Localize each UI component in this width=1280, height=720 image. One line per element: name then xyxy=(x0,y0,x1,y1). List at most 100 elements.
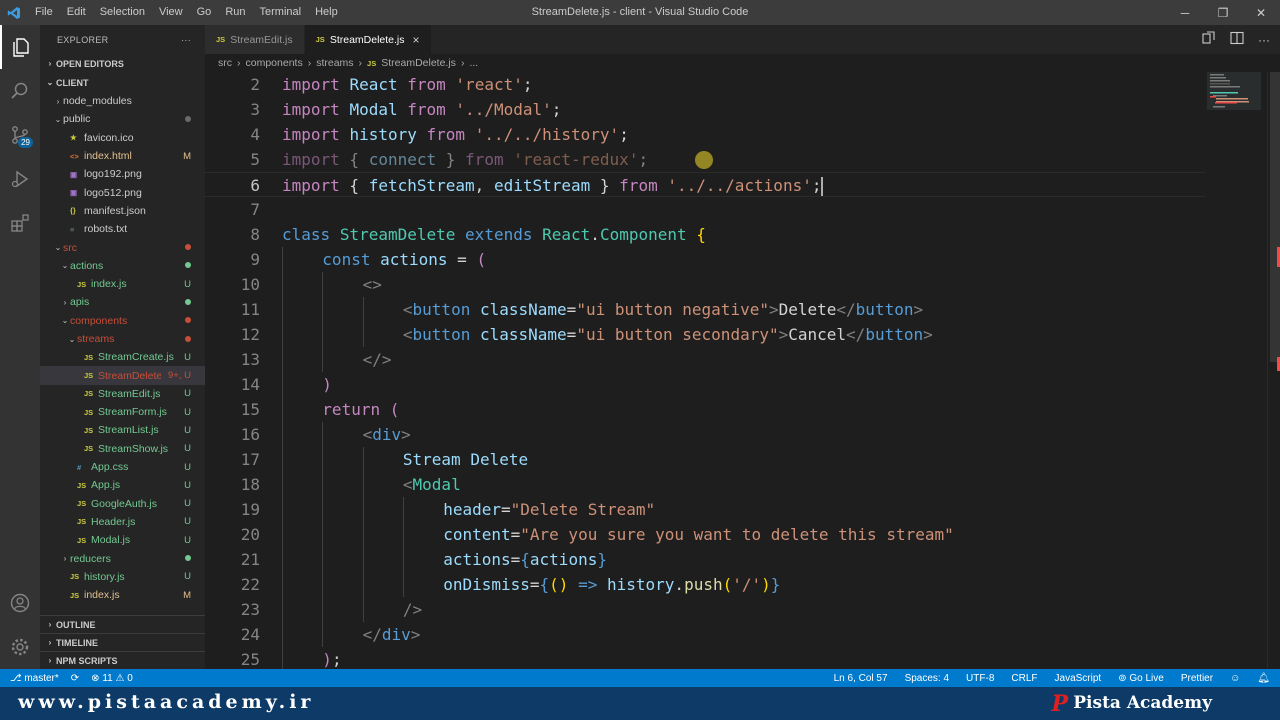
menu-item-go[interactable]: Go xyxy=(190,0,219,25)
vertical-scrollbar[interactable] xyxy=(1267,72,1280,669)
tree-file[interactable]: JS index.js M xyxy=(40,586,205,604)
section-npm-scripts[interactable]: › NPM SCRIPTS xyxy=(40,651,205,669)
code-line[interactable]: 19 header="Delete Stream" xyxy=(205,497,1205,522)
compare-changes-icon[interactable] xyxy=(1202,31,1216,48)
code-line[interactable]: 8 class StreamDelete extends React.Compon… xyxy=(205,222,1205,247)
section-timeline[interactable]: › TIMELINE xyxy=(40,633,205,651)
menu-item-file[interactable]: File xyxy=(28,0,60,25)
problems-indicator[interactable]: ⊗ 11 ⚠ 0 xyxy=(91,673,133,684)
go-live-button[interactable]: ⊚ Go Live xyxy=(1118,673,1164,684)
code-line[interactable]: 3 import Modal from '../Modal'; xyxy=(205,97,1205,122)
code-line[interactable]: 23 /> xyxy=(205,597,1205,622)
branch-indicator[interactable]: ⎇ master* xyxy=(10,673,59,684)
encoding[interactable]: UTF-8 xyxy=(966,673,994,684)
code-line[interactable]: 22 onDismiss={() => history.push('/')} xyxy=(205,572,1205,597)
end-of-line[interactable]: CRLF xyxy=(1011,673,1037,684)
code-line[interactable]: 2 import React from 'react'; xyxy=(205,72,1205,97)
tree-file[interactable]: JS StreamForm.js U xyxy=(40,403,205,421)
editor-tab[interactable]: JS StreamEdit.js xyxy=(205,25,305,54)
more-editor-actions-icon[interactable]: ··· xyxy=(1258,33,1270,47)
cursor-position[interactable]: Ln 6, Col 57 xyxy=(834,673,888,684)
breadcrumb-item[interactable]: src xyxy=(218,57,232,69)
menu-item-run[interactable]: Run xyxy=(218,0,252,25)
tree-file[interactable]: JS history.js U xyxy=(40,568,205,586)
more-actions-icon[interactable]: ··· xyxy=(181,35,191,45)
tree-file[interactable]: JS Modal.js U xyxy=(40,531,205,549)
tree-folder[interactable]: ⌄ public xyxy=(40,110,205,128)
tree-file[interactable]: JS App.js U xyxy=(40,476,205,494)
tree-folder[interactable]: ⌄ src xyxy=(40,238,205,256)
editor-tab[interactable]: JS StreamDelete.js × xyxy=(304,25,432,54)
minimize-button[interactable]: ─ xyxy=(1166,0,1204,25)
run-debug-icon[interactable] xyxy=(0,157,40,201)
tree-file[interactable]: ▣ logo512.png xyxy=(40,183,205,201)
language-mode[interactable]: JavaScript xyxy=(1055,673,1102,684)
code-line[interactable]: 16 <div> xyxy=(205,422,1205,447)
notifications-icon[interactable]: 🔔︎ xyxy=(1257,673,1270,684)
split-editor-icon[interactable] xyxy=(1230,31,1244,48)
tree-file[interactable]: # App.css U xyxy=(40,458,205,476)
code-line[interactable]: 6 import { fetchStream, editStream } from… xyxy=(205,172,1205,197)
source-control-icon[interactable]: 29 xyxy=(0,113,40,157)
tree-folder[interactable]: › node_modules xyxy=(40,92,205,110)
menu-item-terminal[interactable]: Terminal xyxy=(253,0,309,25)
code-line[interactable]: 12 <button className="ui button secondary… xyxy=(205,322,1205,347)
menu-item-edit[interactable]: Edit xyxy=(60,0,93,25)
tree-folder[interactable]: ⌄ actions xyxy=(40,257,205,275)
tree-file[interactable]: JS GoogleAuth.js U xyxy=(40,495,205,513)
tree-folder[interactable]: ⌄ streams xyxy=(40,330,205,348)
tree-file[interactable]: ▣ logo192.png xyxy=(40,165,205,183)
accounts-icon[interactable] xyxy=(0,581,40,625)
code-line[interactable]: 25); xyxy=(205,647,1205,669)
close-window-button[interactable]: ✕ xyxy=(1242,0,1280,25)
tree-file[interactable]: <> index.html M xyxy=(40,147,205,165)
tree-file[interactable]: JS Header.js U xyxy=(40,513,205,531)
tree-file[interactable]: ≡ robots.txt xyxy=(40,220,205,238)
tree-file[interactable]: JS StreamDelete.js 9+, U xyxy=(40,366,205,385)
close-tab-icon[interactable]: × xyxy=(413,33,420,47)
minimap[interactable] xyxy=(1205,72,1267,669)
explorer-icon[interactable] xyxy=(0,25,40,69)
sync-icon[interactable]: ⟳ xyxy=(71,673,79,684)
code-line[interactable]: 11 <button className="ui button negative"… xyxy=(205,297,1205,322)
tree-file[interactable]: JS StreamList.js U xyxy=(40,421,205,439)
code-line[interactable]: 20 content="Are you sure you want to dele… xyxy=(205,522,1205,547)
tree-file[interactable]: JS index.js U xyxy=(40,275,205,293)
prettier-status[interactable]: Prettier xyxy=(1181,673,1213,684)
code-line[interactable]: 13 </> xyxy=(205,347,1205,372)
breadcrumb-item[interactable]: streams xyxy=(316,57,353,69)
code-line[interactable]: 7 xyxy=(205,197,1205,222)
code-line[interactable]: 17 Stream Delete xyxy=(205,447,1205,472)
feedback-icon[interactable]: ☺ xyxy=(1230,673,1240,684)
tree-folder[interactable]: ⌄ components xyxy=(40,312,205,330)
code-line[interactable]: 21 actions={actions} xyxy=(205,547,1205,572)
maximize-button[interactable]: ❐ xyxy=(1204,0,1242,25)
code-line[interactable]: 24 </div> xyxy=(205,622,1205,647)
tree-folder[interactable]: › apis xyxy=(40,293,205,311)
breadcrumb-item[interactable]: components xyxy=(246,57,303,69)
code-line[interactable]: 18 <Modal xyxy=(205,472,1205,497)
tree-folder[interactable]: › reducers xyxy=(40,549,205,567)
indentation[interactable]: Spaces: 4 xyxy=(905,673,949,684)
manage-gear-icon[interactable] xyxy=(0,625,40,669)
tree-file[interactable]: JS StreamEdit.js U xyxy=(40,385,205,403)
code-line[interactable]: 4 import history from '../../history'; xyxy=(205,122,1205,147)
menu-item-help[interactable]: Help xyxy=(308,0,345,25)
code-line[interactable]: 10 <> xyxy=(205,272,1205,297)
menu-item-view[interactable]: View xyxy=(152,0,190,25)
tree-file[interactable]: {} manifest.json xyxy=(40,202,205,220)
section-outline[interactable]: › OUTLINE xyxy=(40,615,205,633)
open-editors-section[interactable]: › OPEN EDITORS xyxy=(40,54,205,73)
extensions-icon[interactable] xyxy=(0,201,40,245)
code-line[interactable]: 14) xyxy=(205,372,1205,397)
menu-item-selection[interactable]: Selection xyxy=(93,0,152,25)
tree-file[interactable]: ★ favicon.ico xyxy=(40,129,205,147)
search-icon[interactable] xyxy=(0,69,40,113)
code-line[interactable]: 9 const actions = ( xyxy=(205,247,1205,272)
tree-file[interactable]: JS StreamCreate.js U xyxy=(40,348,205,366)
client-folder-section[interactable]: ⌄ CLIENT xyxy=(40,73,205,92)
breadcrumb-item[interactable]: ... xyxy=(469,57,478,69)
breadcrumb-item[interactable]: StreamDelete.js xyxy=(381,57,456,69)
tree-file[interactable]: JS StreamShow.js U xyxy=(40,440,205,458)
code-line[interactable]: 15 return ( xyxy=(205,397,1205,422)
